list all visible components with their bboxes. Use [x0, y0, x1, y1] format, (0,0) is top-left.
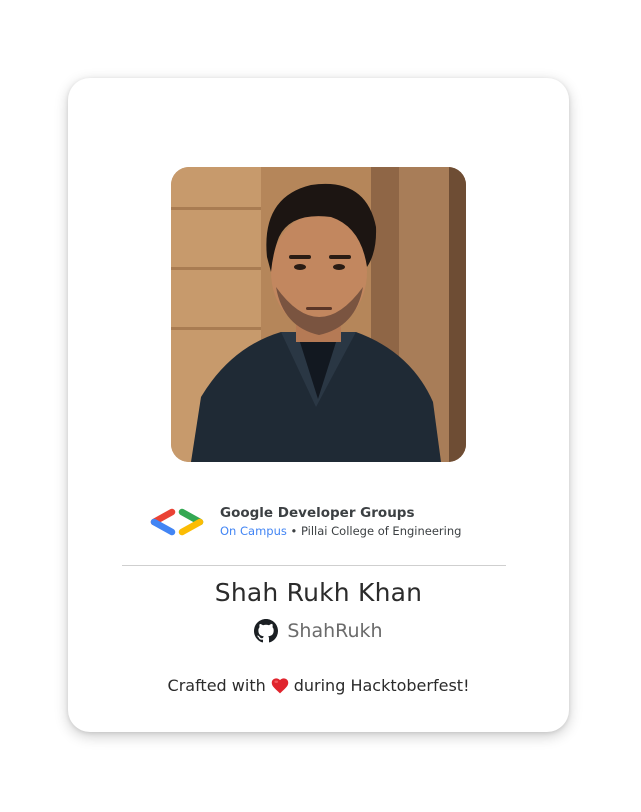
footer-suffix: during Hacktoberfest! — [293, 676, 470, 695]
profile-photo — [171, 167, 466, 462]
gdg-text: Google Developer Groups On Campus • Pill… — [220, 504, 461, 540]
gdg-campus-label: On Campus — [220, 524, 287, 538]
heart-icon — [271, 678, 288, 694]
gdg-separator: • — [286, 524, 301, 538]
github-handle[interactable]: ShahRukh — [287, 620, 382, 642]
github-link[interactable]: ShahRukh — [68, 619, 569, 643]
github-icon — [254, 619, 279, 643]
profile-name: Shah Rukh Khan — [214, 578, 423, 607]
gdg-title: Google Developer Groups — [220, 505, 415, 521]
gdg-subtitle: On Campus • Pillai College of Engineerin… — [220, 522, 461, 540]
gdg-logo-icon — [150, 508, 204, 536]
gdg-branding: Google Developer Groups On Campus • Pill… — [146, 504, 461, 540]
gdg-college-label: Pillai College of Engineering — [300, 524, 462, 538]
footer-prefix: Crafted with — [167, 676, 266, 695]
footer-text: Crafted with during Hacktoberfest! — [68, 676, 569, 695]
divider — [122, 565, 506, 566]
profile-card: Google Developer Groups On Campus • Pill… — [68, 78, 569, 732]
profile-photo-illustration — [171, 167, 466, 462]
